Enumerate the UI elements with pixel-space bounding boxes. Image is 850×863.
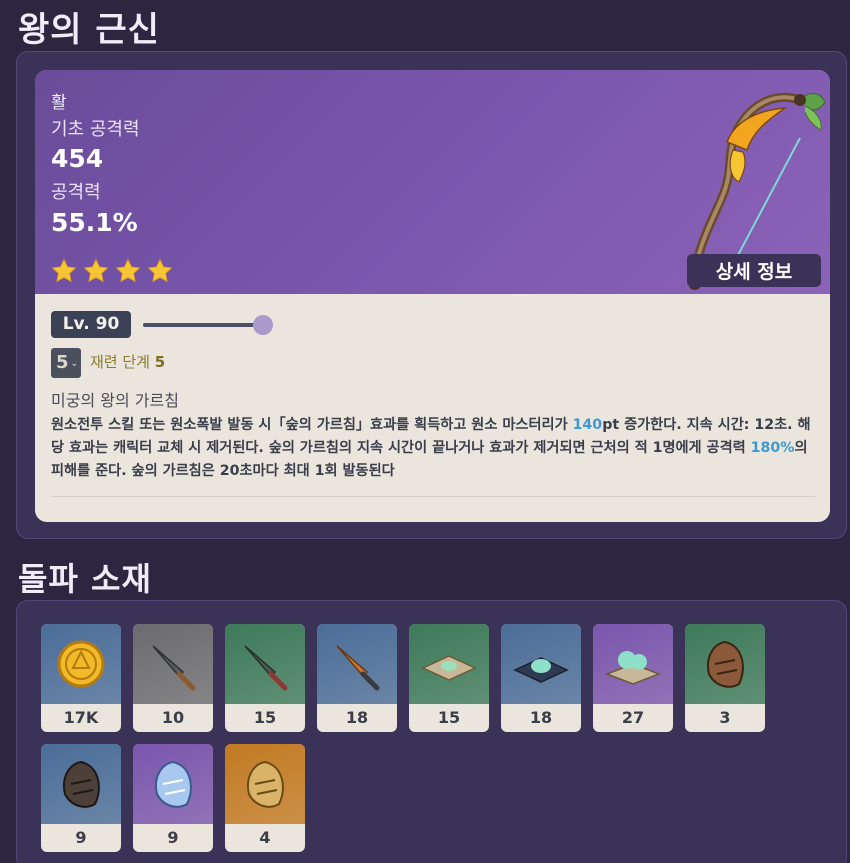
passive-name: 미궁의 왕의 가르침	[51, 391, 179, 410]
sub-stat-label: 공격력	[51, 182, 101, 203]
material-count: 15	[253, 708, 277, 727]
weapon-type: 활	[51, 93, 67, 113]
material-item[interactable]: 15	[225, 624, 305, 732]
material-item[interactable]: 18	[317, 624, 397, 732]
material-count: 18	[529, 708, 553, 727]
blue-shell-icon	[41, 744, 121, 824]
passive-text: 원소전투 스킬 또는 원소폭발 발동 시「숲의 가르침」효과를 획득하고 원소 …	[51, 417, 573, 433]
rarity-stars	[51, 258, 173, 284]
passive-highlight-em: 140	[572, 417, 603, 433]
material-count: 15	[437, 708, 461, 727]
detail-info-button[interactable]: 상세 정보	[687, 254, 821, 287]
weapon-card-body: Lv. 90 5 ⌄ 재련 단계 5 미궁의 왕의 가르침 원소전투 스킬 또는 …	[35, 294, 830, 522]
material-item[interactable]: 3	[685, 624, 765, 732]
weapon-card-header: 활 기초 공격력 454 공격력 55.1% 상세 정보	[35, 70, 830, 294]
material-item[interactable]: 9	[41, 744, 121, 852]
materials-panel: 17K 10 15 18 15 18 27 3 9 9 4	[16, 600, 847, 863]
material-item[interactable]: 4	[225, 744, 305, 852]
material-item[interactable]: 9	[133, 744, 213, 852]
material-count: 9	[167, 828, 179, 847]
weapon-card: 활 기초 공격력 454 공격력 55.1% 상세 정보 Lv. 90 5 ⌄ …	[35, 70, 830, 522]
material-item[interactable]: 27	[593, 624, 673, 732]
refine-label-text: 재련 단계	[90, 353, 150, 371]
mora-coin-icon	[41, 624, 121, 704]
gray-dagger-icon	[133, 624, 213, 704]
level-badge: Lv. 90	[51, 311, 131, 338]
passive-description: 원소전투 스킬 또는 원소폭발 발동 시「숲의 가르침」효과를 획득하고 원소 …	[51, 414, 821, 483]
level-slider-thumb[interactable]	[253, 315, 273, 335]
blue-tray-icon	[501, 624, 581, 704]
green-dagger-icon	[225, 624, 305, 704]
chevron-down-icon: ⌄	[70, 359, 78, 369]
star-icon	[147, 258, 173, 283]
gold-shell-icon	[225, 744, 305, 824]
green-tray-icon	[409, 624, 489, 704]
green-shell-icon	[685, 624, 765, 704]
material-count: 10	[161, 708, 185, 727]
base-atk-label: 기초 공격력	[51, 119, 140, 140]
star-icon	[83, 258, 109, 283]
material-count: 4	[259, 828, 271, 847]
material-item[interactable]: 10	[133, 624, 213, 732]
weapon-panel: 활 기초 공격력 454 공격력 55.1% 상세 정보 Lv. 90 5 ⌄ …	[16, 51, 847, 539]
level-slider-track[interactable]	[143, 323, 263, 327]
material-count: 9	[75, 828, 87, 847]
page-title: 왕의 근신	[18, 10, 160, 50]
purple-crystal-shell-icon	[133, 744, 213, 824]
divider	[51, 496, 815, 497]
star-icon	[115, 258, 141, 283]
material-count: 27	[621, 708, 645, 727]
material-count: 17K	[63, 708, 99, 727]
section-title: 돌파 소재	[18, 560, 152, 598]
material-count: 18	[345, 708, 369, 727]
star-icon	[51, 258, 77, 283]
material-item[interactable]: 15	[409, 624, 489, 732]
passive-highlight-atk: 180%	[750, 440, 795, 456]
material-item[interactable]: 18	[501, 624, 581, 732]
refine-select[interactable]: 5 ⌄	[51, 348, 81, 378]
refine-select-value: 5	[56, 352, 69, 373]
material-count: 3	[719, 708, 731, 727]
blue-dagger-icon	[317, 624, 397, 704]
refine-level-value: 5	[154, 353, 166, 371]
material-item[interactable]: 17K	[41, 624, 121, 732]
refine-label: 재련 단계 5	[90, 351, 165, 372]
sub-stat-value: 55.1%	[51, 208, 138, 237]
purple-tray-icon	[593, 624, 673, 704]
base-atk-value: 454	[51, 144, 104, 173]
